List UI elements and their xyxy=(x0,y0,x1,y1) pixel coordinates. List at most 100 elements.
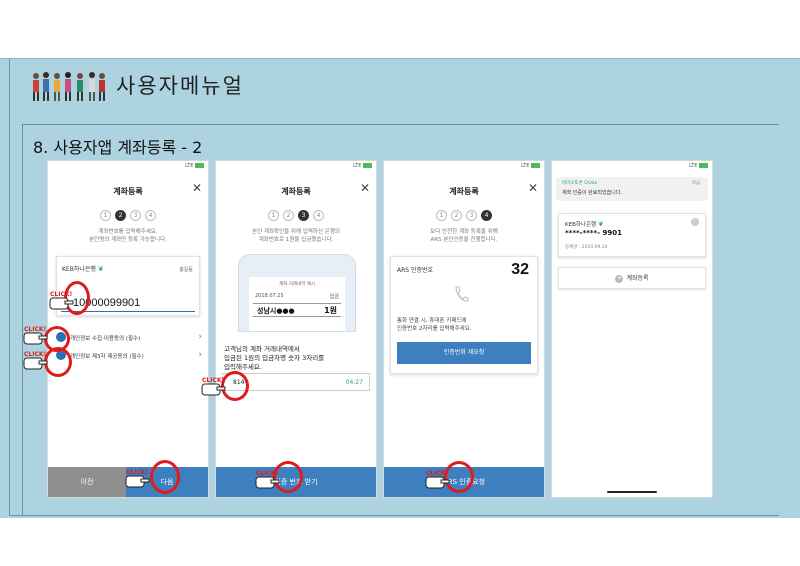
screen-description: 보다 안전한 계좌 등록을 위해 ARS 본인인증을 진행합니다. xyxy=(392,228,536,244)
phone-screen-3: LTE 계좌등록 ✕ 1234 보다 안전한 계좌 등록을 위해 ARS 본인인… xyxy=(383,160,545,498)
ars-instruction-line-1: 통화 연결 시, 휴대폰 키패드에 xyxy=(397,318,467,324)
step-1: 1 xyxy=(436,210,447,221)
screen-title: 계좌등록 xyxy=(449,187,479,196)
agree-thirdparty-item[interactable]: 개인정보 제3자 제공동의 (필수) › xyxy=(56,350,202,364)
step-indicator: 1234 xyxy=(48,210,208,221)
click-label: CLICK! xyxy=(426,470,448,477)
click-label: CLICK! xyxy=(24,351,46,358)
section-title: 8. 사용자앱 계좌등록 - 2 xyxy=(33,138,203,157)
chevron-right-icon: › xyxy=(198,332,202,342)
description-line-1: 본인 계좌확인을 위해 입력하신 은행의 xyxy=(252,229,340,235)
click-hand-icon: CLICK! xyxy=(23,326,48,345)
bank-logo-icon: ❦ xyxy=(597,220,604,228)
click-label: CLICK! xyxy=(50,291,72,298)
registered-account-card[interactable]: KEB하나은행 ❦ ****-****- 9901 등록일 : 2020.09.… xyxy=(558,213,706,257)
add-account-button[interactable]: + 계좌등록 xyxy=(558,267,706,289)
ars-instruction: 통화 연결 시, 휴대폰 키패드에 인증번호 2자리를 입력해주세요. xyxy=(397,317,531,333)
instruction-text: 고객님의 계좌 거래내역에서 입금된 1원의 입금자명 숫자 3자리를 입력해주… xyxy=(224,345,366,372)
bank-logo-icon: ❦ xyxy=(97,265,104,273)
ars-resend-button[interactable]: 인증번화 재요청 xyxy=(397,342,531,364)
phone-screen-4: LTE 미미오토콘 Chatx 지금 계좌 인증이 완료되었습니다. KEB하나… xyxy=(551,160,713,498)
instruction-line-3: 입력해주세요. xyxy=(224,363,262,371)
ars-code: 32 xyxy=(511,261,529,278)
description-line-2: ARS 본인인증을 진행합니다. xyxy=(430,237,498,243)
click-hand-icon: CLICK! xyxy=(255,470,280,489)
chevron-right-icon: › xyxy=(198,350,202,360)
status-bar: LTE xyxy=(185,163,204,169)
push-notification[interactable]: 미미오토콘 Chatx 지금 계좌 인증이 완료되었습니다. xyxy=(556,177,708,201)
step-2: 2 xyxy=(451,210,462,221)
account-holder: 홍길동 xyxy=(179,267,193,273)
description-line-1: 보다 안전한 계좌 등록을 위해 xyxy=(430,229,498,235)
status-bar: LTE xyxy=(353,163,372,169)
bank-label: KEB하나은행 xyxy=(62,266,96,273)
bank-name: KEB하나은행 ❦ xyxy=(62,264,104,273)
phone-call-icon xyxy=(455,286,469,302)
screen-description: 계좌번호를 입력해주세요. 본인명의 계좌만 등록 가능합니다. xyxy=(56,228,200,244)
instruction-line-2: 입금된 1원의 입금자명 숫자 3자리를 xyxy=(224,354,325,362)
ars-instruction-line-2: 인증번호 2자리를 입력해주세요. xyxy=(397,326,472,332)
close-icon[interactable]: ✕ xyxy=(192,181,202,195)
agree-thirdparty-label: 개인정보 제3자 제공동의 (필수) xyxy=(70,354,144,360)
registration-date: 등록일 : 2020.09.24 xyxy=(565,245,608,250)
bank-name: KEB하나은행 ❦ xyxy=(565,220,604,228)
mock-screen: 계좌 거래내역 예시 2018.07.25 입금 성남시●●● 1원 xyxy=(249,277,345,331)
agree-collect-item[interactable]: 개인정보 수집·이용동의 (필수) › xyxy=(56,332,202,346)
phone-screen-1: LTE 계좌등록 ✕ 1234 계좌번호를 입력해주세요. 본인명의 계좌만 등… xyxy=(47,160,209,498)
click-label: CLICK! xyxy=(202,377,224,384)
step-indicator: 1234 xyxy=(216,210,376,221)
step-4: 4 xyxy=(145,210,156,221)
page-title: 사용자메뉴얼 xyxy=(116,74,244,98)
delete-icon[interactable] xyxy=(691,218,699,226)
click-hand-icon: CLICK! xyxy=(425,470,450,489)
status-bar: LTE xyxy=(521,163,540,169)
highlight-circle xyxy=(150,460,180,494)
battery-icon xyxy=(195,163,204,168)
step-2: 2 xyxy=(283,210,294,221)
click-hand-icon: CLICK! xyxy=(201,377,226,396)
click-label: CLICK! xyxy=(126,469,148,476)
battery-icon xyxy=(363,163,372,168)
add-account-label: 계좌등록 xyxy=(626,275,649,282)
screen-title: 계좌등록 xyxy=(281,187,311,196)
notification-time: 지금 xyxy=(691,181,700,186)
home-indicator xyxy=(607,491,657,493)
step-1: 1 xyxy=(100,210,111,221)
close-icon[interactable]: ✕ xyxy=(528,181,538,195)
step-2: 2 xyxy=(115,210,126,221)
transaction-example-mock: 계좌 거래내역 예시 2018.07.25 입금 성남시●●● 1원 xyxy=(238,254,356,332)
phone-screen-2: LTE 계좌등록 ✕ 1234 본인 계좌확인을 위해 입력하신 은행의 계좌번… xyxy=(215,160,377,498)
mock-transaction-row: 성남시●●● 1원 xyxy=(253,303,341,317)
people-illustration xyxy=(33,72,105,101)
ars-label: ARS 인증번호 xyxy=(397,267,434,274)
plus-icon: + xyxy=(615,274,624,283)
click-label: CLICK! xyxy=(256,470,278,477)
mock-heading: 계좌 거래내역 예시 xyxy=(279,282,315,287)
description-line-1: 계좌번호를 입력해주세요. xyxy=(98,229,158,235)
step-3: 3 xyxy=(130,210,141,221)
screen-description: 본인 계좌확인을 위해 입력하신 은행의 계좌번호로 1원을 입금했습니다. xyxy=(224,228,368,244)
description-line-2: 계좌번호로 1원을 입금했습니다. xyxy=(258,237,334,243)
ars-card: ARS 인증번호 32 통화 연결 시, 휴대폰 키패드에 인증번호 2자리를 … xyxy=(390,256,538,374)
notification-app: 미미오토콘 Chatx xyxy=(562,181,598,186)
status-bar: LTE xyxy=(689,163,708,169)
instruction-line-1: 고객님의 계좌 거래내역에서 xyxy=(224,345,300,353)
step-4: 4 xyxy=(481,210,492,221)
close-icon[interactable]: ✕ xyxy=(360,181,370,195)
prev-button[interactable]: 이전 xyxy=(48,467,126,497)
battery-icon xyxy=(699,163,708,168)
battery-icon xyxy=(531,163,540,168)
mock-depositor: 성남시●●● xyxy=(257,307,295,315)
click-label: CLICK! xyxy=(24,326,46,333)
step-indicator: 1234 xyxy=(384,210,544,221)
highlight-circle xyxy=(44,347,72,377)
header-divider xyxy=(0,58,800,59)
bank-label: KEB하나은행 xyxy=(565,222,597,228)
screen-title: 계좌등록 xyxy=(113,187,143,196)
click-hand-icon: CLICK! xyxy=(49,291,74,310)
account-number: ****-****- 9901 xyxy=(565,229,623,237)
step-1: 1 xyxy=(268,210,279,221)
step-3: 3 xyxy=(298,210,309,221)
mock-deposit-label: 입금 xyxy=(329,294,339,300)
description-line-2: 본인명의 계좌만 등록 가능합니다. xyxy=(89,237,167,243)
